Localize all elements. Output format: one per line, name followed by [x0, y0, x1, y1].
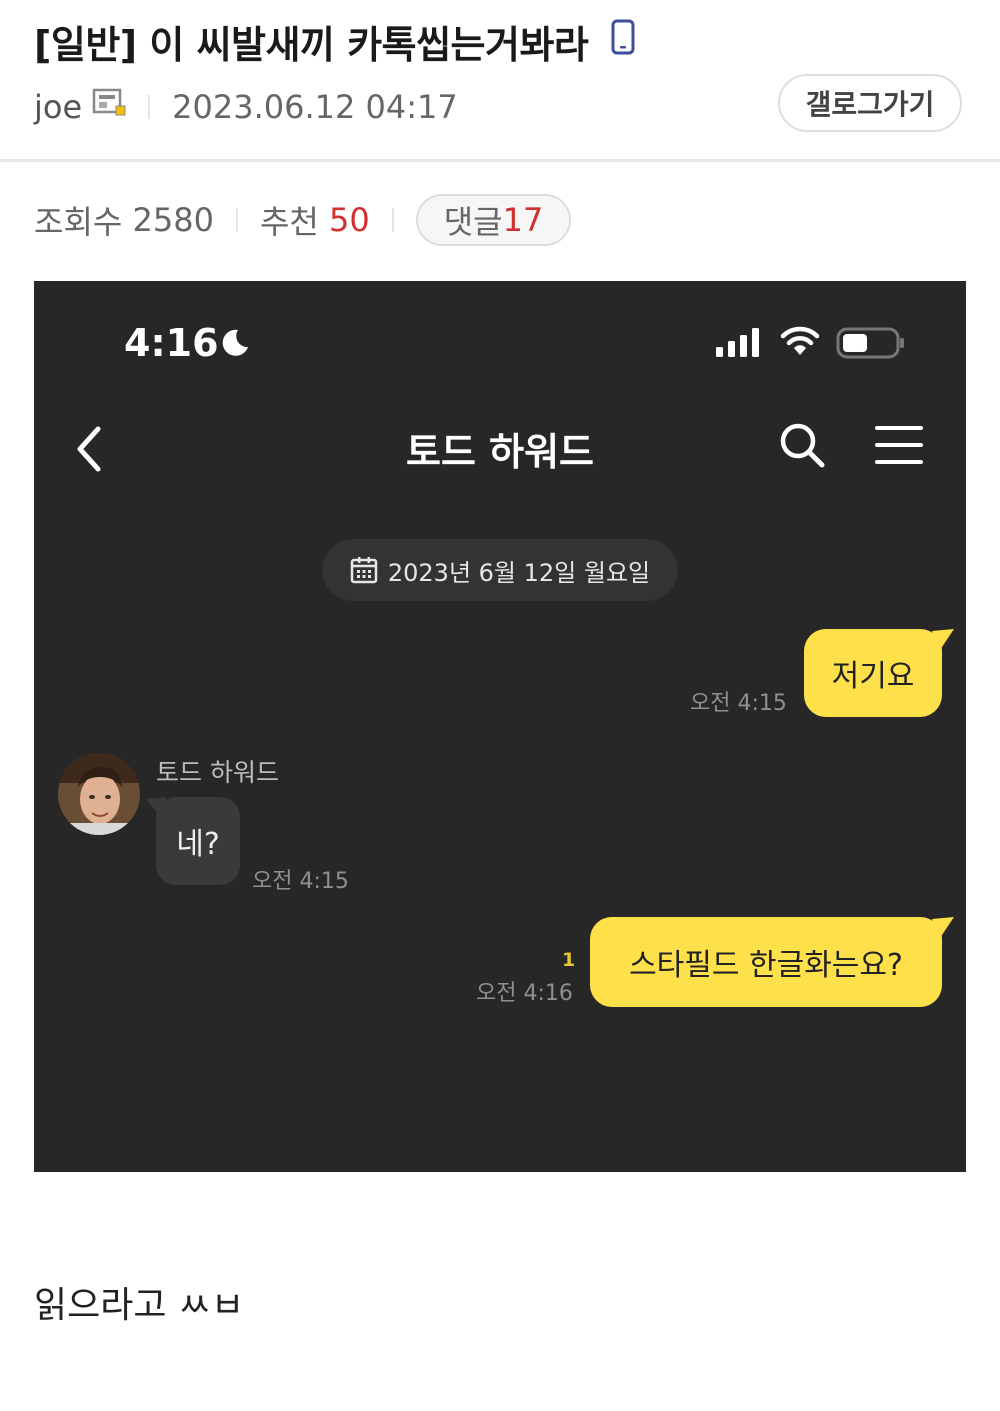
- moon-icon: [220, 327, 250, 361]
- comments-button[interactable]: 댓글 17: [415, 194, 572, 246]
- separator: [391, 208, 394, 232]
- sender-name: 토드 하워드: [156, 758, 279, 787]
- cellular-signal-icon: [714, 327, 762, 361]
- separator: [148, 95, 151, 119]
- message-time: 오전 4:15: [252, 869, 349, 894]
- date-label: 2023년 6월 12일 월요일: [387, 558, 651, 587]
- menu-icon[interactable]: [874, 425, 924, 469]
- unread-count: 1: [562, 949, 576, 971]
- calendar-icon: [350, 557, 378, 584]
- post-datetime: 2023.06.12 04:17: [172, 88, 458, 126]
- sent-message-bubble: 스타필드 한글화는요?: [590, 917, 954, 1007]
- message-text: 네?: [176, 827, 220, 862]
- chat-room-title: 토드 하워드: [405, 430, 595, 474]
- author-name[interactable]: joe: [34, 88, 82, 126]
- separator: [235, 208, 238, 232]
- user-level-icon: [92, 88, 126, 126]
- message-time: 오전 4:16: [476, 981, 573, 1006]
- status-bar-time: 4:16: [124, 321, 219, 365]
- post-category: [일반]: [34, 23, 137, 67]
- post-title-text: 이 씨발새끼 카톡씹는거봐라: [149, 23, 589, 67]
- received-message-bubble: 네?: [146, 797, 240, 885]
- message-text: 저기요: [831, 659, 915, 694]
- date-divider: 2023년 6월 12일 월요일: [322, 539, 678, 601]
- views-label: 조회수: [34, 203, 123, 241]
- embedded-chat-screenshot: 4:16 토드 하워드 2023년 6월 12일 월요일 오전 4:15 저기요: [34, 281, 966, 1172]
- comments-label: 댓글: [443, 203, 503, 241]
- post-title: [일반] 이 씨발새끼 카톡씹는거봐라: [34, 14, 635, 69]
- header-divider: [0, 159, 1000, 162]
- message-time: 오전 4:15: [690, 691, 787, 716]
- search-icon[interactable]: [778, 421, 826, 473]
- avatar[interactable]: [58, 753, 140, 835]
- recommend-label: 추천: [259, 203, 319, 241]
- post-meta: joe 2023.06.12 04:17: [34, 88, 458, 126]
- comments-count: 17: [502, 201, 544, 239]
- sent-message-bubble: 저기요: [804, 629, 954, 717]
- recommend-count: 50: [329, 201, 370, 239]
- post-stats: 조회수 2580 추천 50 댓글 17: [34, 194, 572, 246]
- views-count: 2580: [132, 201, 214, 239]
- gallog-button[interactable]: 갤로그가기: [778, 74, 962, 132]
- message-text: 스타필드 한글화는요?: [629, 948, 903, 983]
- mobile-phone-icon: [611, 19, 635, 64]
- post-body-text: 읽으라고 ㅆㅂ: [34, 1285, 245, 1326]
- wifi-icon: [780, 325, 820, 361]
- battery-icon: [836, 327, 906, 363]
